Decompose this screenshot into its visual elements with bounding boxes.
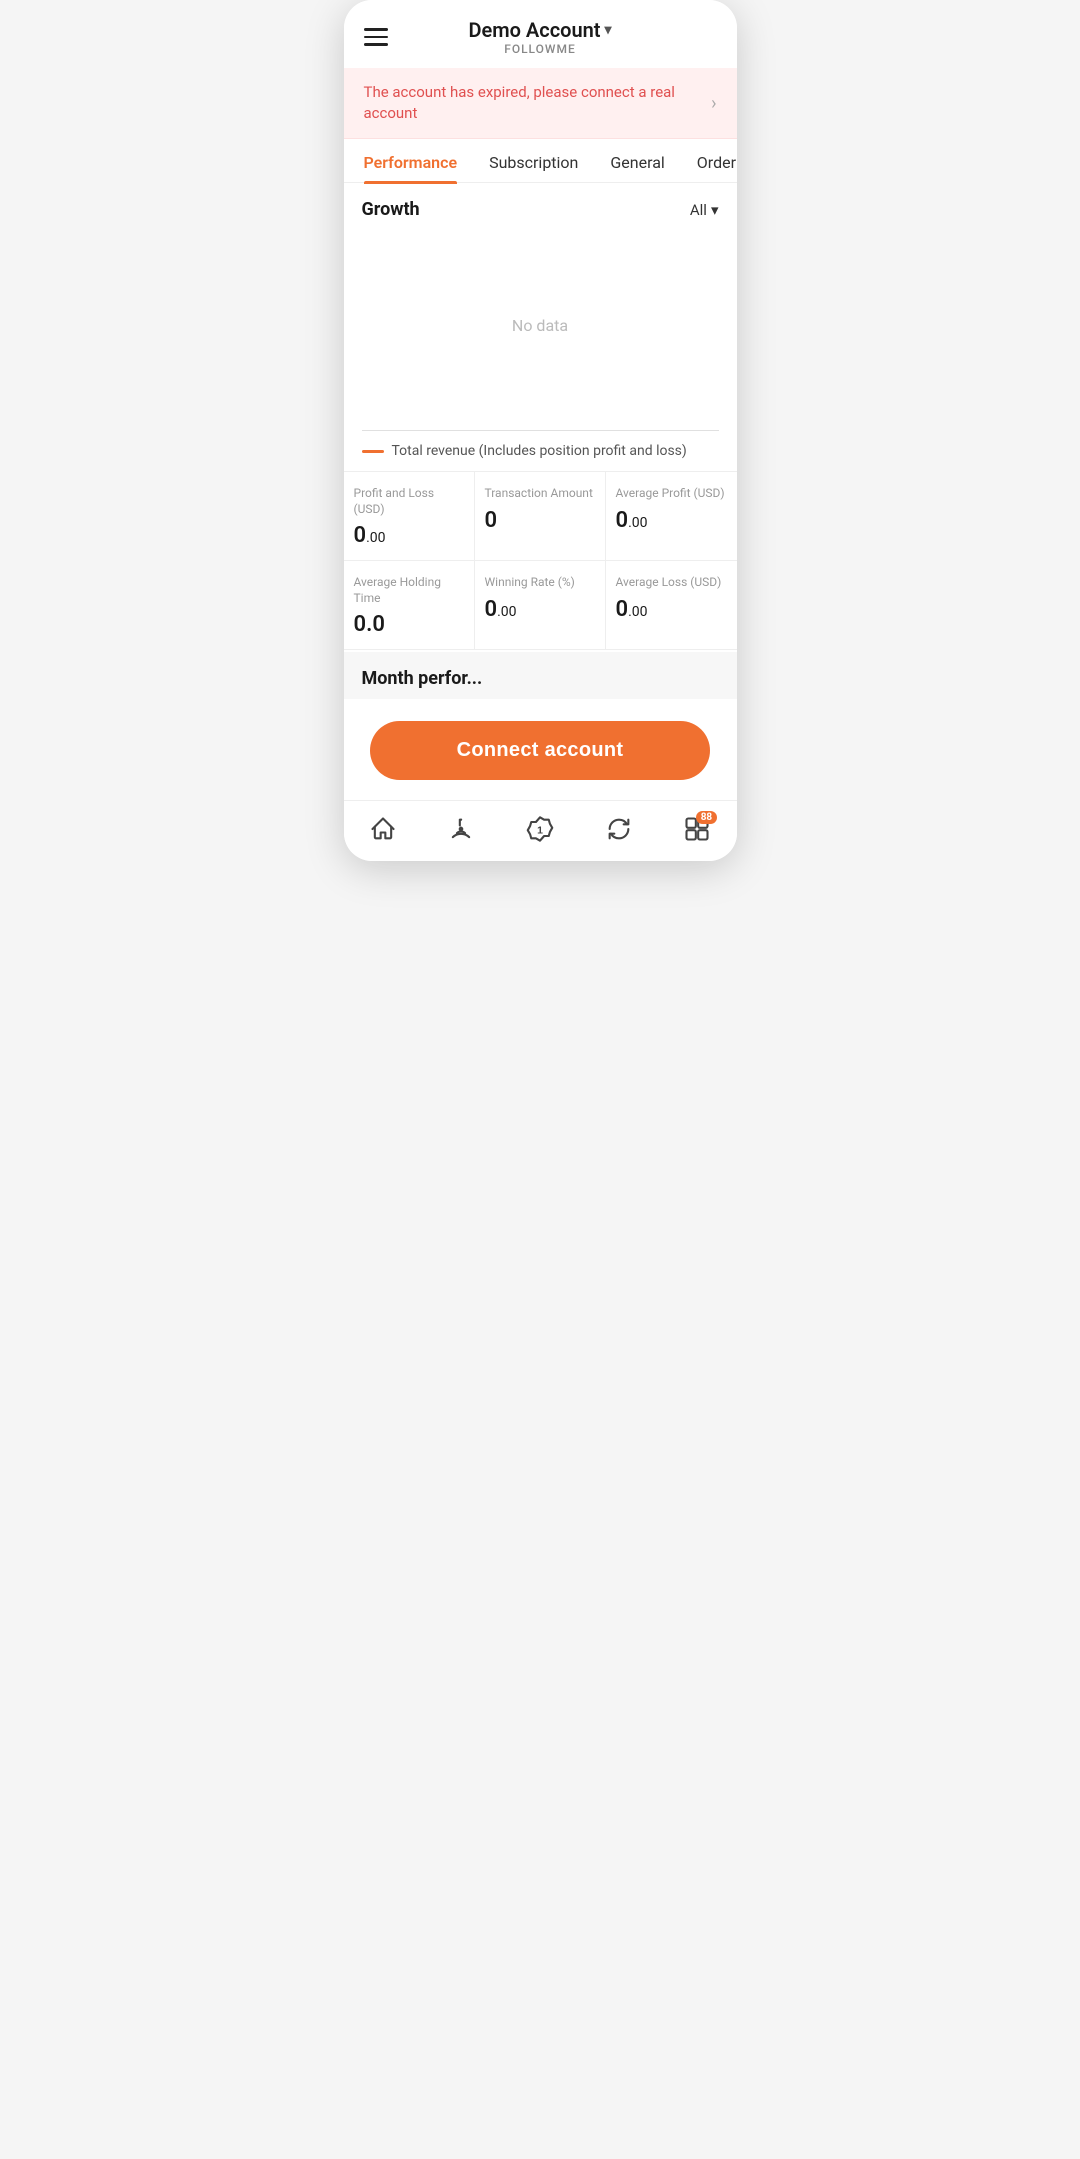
legend-text: Total revenue (Includes position profit … bbox=[392, 443, 687, 459]
menu-icon[interactable] bbox=[364, 28, 388, 46]
header: Demo Account ▾ FOLLOWME bbox=[344, 0, 737, 68]
nav-badge[interactable]: 1 bbox=[526, 815, 554, 843]
alert-chevron-icon: › bbox=[711, 93, 716, 114]
growth-filter[interactable]: All ▾ bbox=[690, 201, 719, 219]
tab-performance[interactable]: Performance bbox=[348, 139, 474, 182]
svg-text:1: 1 bbox=[537, 825, 543, 837]
stat-label-3: Average Holding Time bbox=[354, 575, 464, 606]
connect-account-button[interactable]: Connect account bbox=[370, 721, 710, 780]
growth-section: Growth All ▾ No data Total revenue (Incl… bbox=[344, 183, 737, 471]
chart-area: No data bbox=[344, 230, 737, 430]
tab-subscription[interactable]: Subscription bbox=[473, 139, 594, 182]
tab-bar: Performance Subscription General Order bbox=[344, 139, 737, 183]
stat-label-2: Average Profit (USD) bbox=[616, 486, 727, 502]
stat-profit-loss: Profit and Loss (USD) 0.00 bbox=[344, 472, 475, 561]
filter-label: All bbox=[690, 201, 707, 219]
stat-winning-rate: Winning Rate (%) 0.00 bbox=[475, 561, 606, 650]
account-name: Demo Account bbox=[468, 18, 600, 42]
stat-avg-holding: Average Holding Time 0.0 bbox=[344, 561, 475, 650]
stat-label-1: Transaction Amount bbox=[485, 486, 595, 502]
month-performance-section: Month perfor... bbox=[344, 652, 737, 699]
stat-avg-loss: Average Loss (USD) 0.00 bbox=[606, 561, 737, 650]
alert-text: The account has expired, please connect … bbox=[364, 82, 700, 124]
home-icon bbox=[369, 815, 397, 843]
growth-title: Growth bbox=[362, 199, 420, 220]
stats-grid: Profit and Loss (USD) 0.00 Transaction A… bbox=[344, 471, 737, 650]
legend-line-icon bbox=[362, 450, 384, 453]
nav-refresh[interactable] bbox=[605, 815, 633, 843]
header-subtitle: FOLLOWME bbox=[468, 42, 611, 56]
no-data-label: No data bbox=[512, 276, 568, 395]
stat-transaction-amount: Transaction Amount 0 bbox=[475, 472, 606, 561]
stat-value-5: 0.00 bbox=[616, 597, 727, 622]
stat-value-0: 0.00 bbox=[354, 523, 464, 548]
nav-home[interactable] bbox=[369, 815, 397, 843]
filter-chevron-icon: ▾ bbox=[711, 201, 719, 219]
badge-icon: 1 bbox=[526, 815, 554, 843]
bottom-nav: 1 88 bbox=[344, 800, 737, 861]
month-title: Month perfor... bbox=[362, 668, 719, 689]
alert-banner[interactable]: The account has expired, please connect … bbox=[344, 68, 737, 139]
signal-icon bbox=[447, 815, 475, 843]
stat-label-4: Winning Rate (%) bbox=[485, 575, 595, 591]
stat-value-3: 0.0 bbox=[354, 612, 464, 637]
nav-signal[interactable] bbox=[447, 815, 475, 843]
account-chevron: ▾ bbox=[605, 22, 612, 38]
stat-label-5: Average Loss (USD) bbox=[616, 575, 727, 591]
stat-value-4: 0.00 bbox=[485, 597, 595, 622]
stat-avg-profit: Average Profit (USD) 0.00 bbox=[606, 472, 737, 561]
tab-general[interactable]: General bbox=[594, 139, 680, 182]
connect-button-wrapper: Connect account bbox=[344, 699, 737, 800]
refresh-icon bbox=[605, 815, 633, 843]
stat-label-0: Profit and Loss (USD) bbox=[354, 486, 464, 517]
stat-value-2: 0.00 bbox=[616, 508, 727, 533]
nav-profile[interactable]: 88 bbox=[683, 815, 711, 843]
tab-order[interactable]: Order bbox=[681, 139, 737, 182]
chart-legend: Total revenue (Includes position profit … bbox=[344, 431, 737, 471]
stat-value-1: 0 bbox=[485, 508, 595, 533]
profile-badge: 88 bbox=[696, 811, 717, 824]
